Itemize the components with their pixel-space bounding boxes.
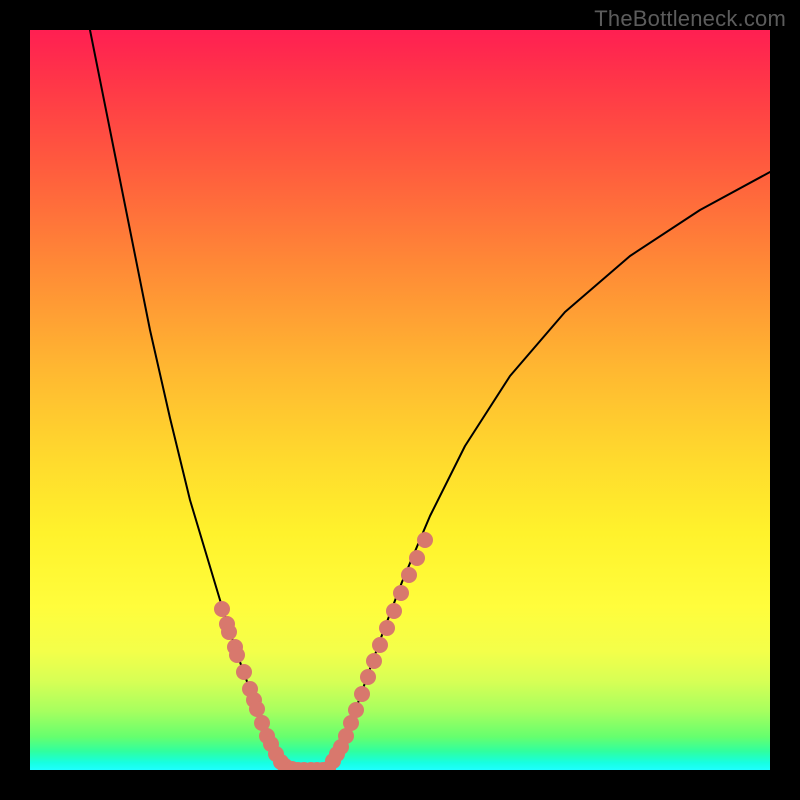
chart-stage: TheBottleneck.com xyxy=(0,0,800,800)
chart-lines xyxy=(90,30,770,770)
chart-svg xyxy=(30,30,770,770)
watermark-text: TheBottleneck.com xyxy=(594,6,786,32)
chart-dots xyxy=(214,532,433,770)
plot-area xyxy=(30,30,770,770)
